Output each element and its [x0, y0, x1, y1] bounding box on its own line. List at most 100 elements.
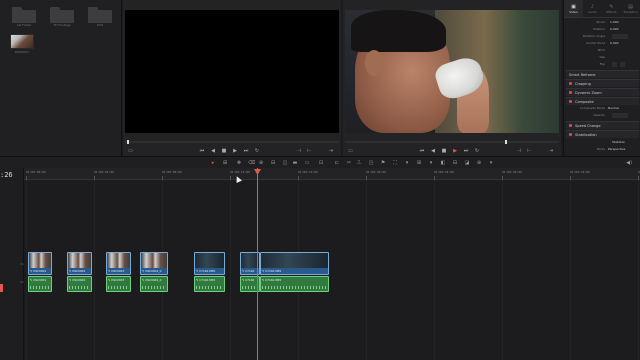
tab-transition[interactable]: ▤ Transition: [621, 0, 640, 17]
toolbar-tool-icon[interactable]: ▾: [428, 160, 434, 166]
enable-dot-icon[interactable]: [569, 91, 572, 94]
video-clip[interactable]: ✎ DSC0003: [106, 252, 131, 275]
tab-audio[interactable]: ♪ Audio: [583, 0, 602, 17]
anchor-value[interactable]: 0.000: [610, 41, 619, 45]
jump-start-icon[interactable]: ⏮: [419, 148, 425, 154]
bin-folder[interactable]: 3D Footage: [50, 6, 74, 27]
enable-dot-icon[interactable]: [569, 100, 572, 103]
media-clip-thumbnail[interactable]: DSC0001: [10, 34, 34, 54]
stabilization-section[interactable]: Stabilization: [566, 130, 639, 138]
toolbar-tool-icon[interactable]: ⊞: [222, 160, 228, 166]
stop-icon[interactable]: ■: [441, 148, 447, 154]
stabilization-mode-dropdown[interactable]: Perspective: [608, 147, 625, 151]
mark-in-icon[interactable]: ⊣: [297, 148, 301, 154]
timeline-scrubber[interactable]: [345, 140, 559, 144]
stop-icon[interactable]: ■: [221, 148, 227, 154]
video-clip-name: ✎ C7140: [242, 269, 255, 273]
play-reverse-icon[interactable]: ◀: [210, 148, 216, 154]
enable-dot-icon[interactable]: [569, 133, 572, 136]
flip-vertical-icon[interactable]: [620, 62, 625, 67]
stabilize-button[interactable]: Stabilize: [612, 140, 625, 144]
toolbar-tool-icon[interactable]: ⊟: [270, 160, 276, 166]
toolbar-tool-icon[interactable]: ◧: [440, 160, 446, 166]
toolbar-tool-icon[interactable]: ✂: [346, 160, 352, 166]
opacity-property: Opacity: [564, 113, 640, 120]
source-viewer-screen[interactable]: [125, 10, 339, 133]
flip-horizontal-icon[interactable]: [612, 62, 617, 67]
tab-effects[interactable]: ✎ Effects: [602, 0, 621, 17]
speed-change-section[interactable]: Speed Change: [566, 121, 639, 129]
bin-folder[interactable]: Edit: [88, 6, 112, 27]
toolbar-tool-icon[interactable]: ⚑: [380, 160, 386, 166]
audio-clip[interactable]: ✎ C7140.MP4: [194, 276, 225, 292]
toolbar-tool-icon[interactable]: ✥: [236, 160, 242, 166]
match-frame-icon[interactable]: ⇥: [329, 148, 333, 154]
mark-out-icon[interactable]: ⊢: [527, 148, 531, 154]
property-label: Yaw: [599, 55, 605, 59]
composite-mode-dropdown[interactable]: Normal: [608, 106, 619, 110]
video-clip[interactable]: ✎ DSC0002: [67, 252, 92, 275]
audio-clip[interactable]: ✎ DSC0003: [106, 276, 131, 292]
video-clip[interactable]: ✎ DSC0004_0: [140, 252, 168, 275]
match-frame-icon[interactable]: ⇥: [549, 148, 553, 154]
zoom-value[interactable]: 1.000: [610, 20, 619, 24]
video-clip[interactable]: ✎ C7140.MP4: [194, 252, 225, 275]
position-property: Position 0.000: [564, 27, 640, 34]
volume-icon[interactable]: ◀): [626, 160, 632, 166]
audio-clip[interactable]: ✎ DSC0002: [67, 276, 92, 292]
toolbar-tool-icon[interactable]: ◫: [282, 160, 288, 166]
dynamic-zoom-section[interactable]: Dynamic Zoom: [566, 88, 639, 96]
toolbar-tool-icon[interactable]: ⊕: [476, 160, 482, 166]
play-reverse-icon[interactable]: ◀: [430, 148, 436, 154]
toolbar-tool-icon[interactable]: ▸: [210, 160, 216, 166]
play-icon[interactable]: ▶: [452, 148, 458, 154]
toolbar-tool-icon[interactable]: ▾: [488, 160, 494, 166]
cropping-section[interactable]: Cropping: [566, 79, 639, 87]
bin-folder[interactable]: 1st Folder: [12, 6, 36, 27]
toolbar-tool-icon[interactable]: ⎍: [356, 160, 362, 166]
audio-clip-name: ✎ C7140.MP4: [262, 278, 282, 282]
toolbar-tool-icon[interactable]: ⊏: [334, 160, 340, 166]
tab-video[interactable]: ▣ Video: [564, 0, 583, 17]
scrubber-handle[interactable]: [505, 140, 507, 144]
source-transport-controls: ⏮ ◀ ■ ▶ ⏭ ↻: [199, 148, 260, 154]
jump-end-icon[interactable]: ⏭: [243, 148, 249, 154]
scrubber-handle[interactable]: [127, 140, 129, 144]
play-icon[interactable]: ▶: [232, 148, 238, 154]
toolbar-tool-icon[interactable]: ◪: [464, 160, 470, 166]
enable-dot-icon[interactable]: [569, 82, 572, 85]
jump-start-icon[interactable]: ⏮: [199, 148, 205, 154]
toolbar-tool-icon[interactable]: ▾: [404, 160, 410, 166]
mark-in-icon[interactable]: ⊣: [517, 148, 521, 154]
loop-icon[interactable]: ↻: [474, 148, 480, 154]
toolbar-tool-icon[interactable]: ⊟: [452, 160, 458, 166]
smart-reframe-section[interactable]: Smart Reframe: [566, 70, 639, 78]
viewer-options-icon[interactable]: ▭: [128, 148, 133, 154]
opacity-slider[interactable]: [612, 113, 628, 118]
toolbar-tool-icon[interactable]: ◳: [368, 160, 374, 166]
enable-dot-icon[interactable]: [569, 124, 572, 127]
toolbar-tool-icon[interactable]: ⊞: [416, 160, 422, 166]
toolbar-tool-icon[interactable]: ▭: [304, 160, 310, 166]
video-clip[interactable]: ✎ DSC0001: [28, 252, 52, 275]
stabilization-mode-property: Mode Perspective: [564, 147, 640, 154]
timeline-viewer-screen[interactable]: [345, 10, 559, 133]
audio-clip[interactable]: ✎ DSC0004_0: [140, 276, 168, 292]
toolbar-tool-icon[interactable]: ⌫: [248, 160, 255, 166]
toolbar-tool-icon[interactable]: ⊕: [258, 160, 264, 166]
mark-out-icon[interactable]: ⊢: [307, 148, 311, 154]
toolbar-tool-icon[interactable]: ⛶: [392, 160, 398, 166]
composite-section[interactable]: Composite: [566, 97, 639, 105]
video-clip[interactable]: ✎ C7140.MP4: [260, 252, 329, 275]
source-scrubber[interactable]: [125, 140, 339, 144]
loop-icon[interactable]: ↻: [254, 148, 260, 154]
toolbar-tool-icon[interactable]: ⊡: [318, 160, 324, 166]
jump-end-icon[interactable]: ⏭: [463, 148, 469, 154]
position-value[interactable]: 0.000: [610, 27, 619, 31]
playhead[interactable]: [257, 168, 258, 360]
toolbar-tool-icon[interactable]: ▬: [292, 160, 298, 166]
audio-clip[interactable]: ✎ C7140.MP4: [260, 276, 329, 292]
viewer-options-icon[interactable]: ▭: [348, 148, 353, 154]
audio-clip[interactable]: ✎ DSC0001: [28, 276, 52, 292]
rotation-field[interactable]: [612, 34, 628, 39]
